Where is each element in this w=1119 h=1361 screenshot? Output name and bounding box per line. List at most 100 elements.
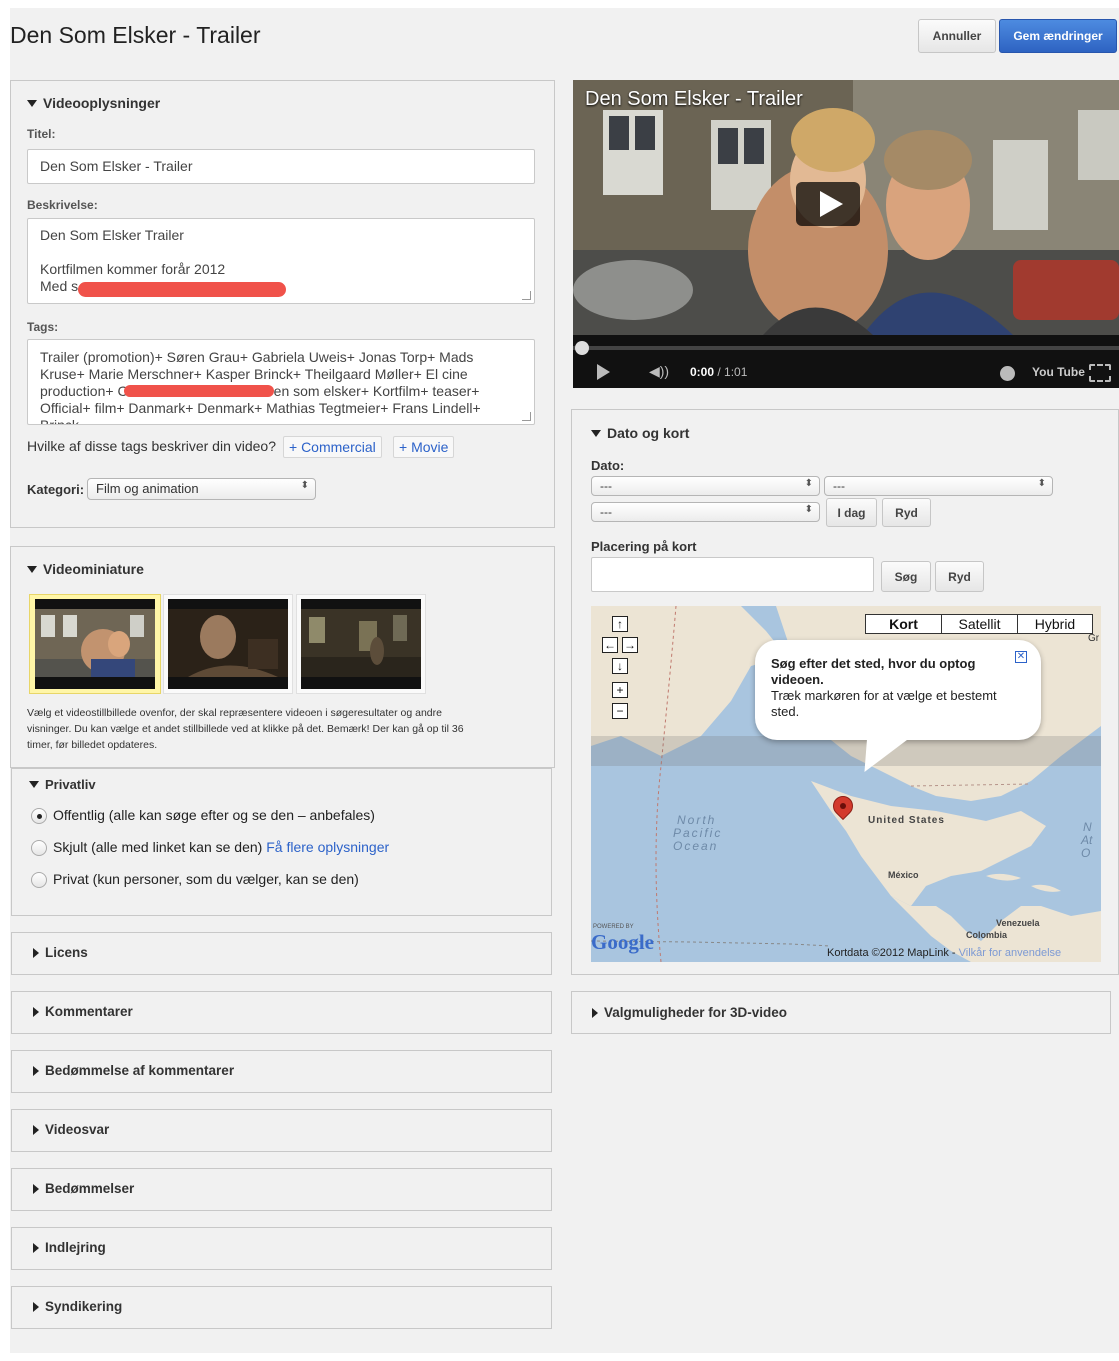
privacy-public-label: Offentlig (alle kan søge efter og se den… [53, 807, 375, 823]
tag-suggestion-movie[interactable]: + Movie [393, 436, 455, 458]
today-button[interactable]: I dag [826, 498, 877, 527]
privacy-private-radio[interactable] [31, 872, 47, 888]
comment-rating-title: Bedømmelse af kommentarer [45, 1063, 235, 1078]
select-arrows-icon: ⬍ [804, 504, 813, 515]
options-3d-header[interactable]: Valgmuligheder for 3D-video [592, 1005, 787, 1020]
privacy-title: Privatliv [45, 777, 96, 792]
collapse-triangle-icon [33, 1301, 39, 1312]
category-label: Kategori: [27, 482, 85, 497]
redaction-mark [124, 385, 274, 397]
date-day-select[interactable]: --- ⬍ [591, 476, 820, 496]
title-value: Den Som Elsker - Trailer [40, 158, 193, 174]
date-map-header[interactable]: Dato og kort [591, 425, 689, 441]
clear-date-button[interactable]: Ryd [882, 498, 931, 527]
close-icon[interactable]: ✕ [1015, 651, 1027, 663]
privacy-unlisted-label: Skjult (alle med linket kan se den) [53, 839, 263, 855]
select-value: --- [600, 505, 612, 519]
ocean-label: N [1083, 820, 1092, 834]
thumbnail-help-line: timer, før billedet opdateres. [27, 739, 158, 751]
embedding-title: Indlejring [45, 1240, 106, 1255]
select-value: --- [600, 479, 612, 493]
ratings-header[interactable]: Bedømmelser [33, 1181, 134, 1196]
tags-line: Official+ film+ Danmark+ Denmark+ Mathia… [40, 400, 481, 416]
video-responses-header[interactable]: Videosvar [33, 1122, 109, 1137]
thumbnail-header[interactable]: Videominiature [27, 561, 144, 577]
pan-right-icon[interactable]: → [622, 637, 638, 653]
volume-icon[interactable]: ◀)) [649, 363, 669, 380]
cancel-button[interactable]: Annuller [918, 19, 996, 53]
expand-triangle-icon [591, 429, 601, 437]
title-input[interactable]: Den Som Elsker - Trailer [27, 149, 535, 184]
save-button[interactable]: Gem ændringer [999, 19, 1117, 53]
comments-header[interactable]: Kommentarer [33, 1004, 133, 1019]
location-clear-button[interactable]: Ryd [935, 561, 984, 592]
country-label-venezuela: Venezuela [996, 918, 1040, 928]
google-logo[interactable]: Google [591, 930, 654, 955]
options-3d-title: Valgmuligheder for 3D-video [604, 1005, 788, 1020]
map-type-hybrid[interactable]: Hybrid [1017, 614, 1093, 634]
location-input[interactable] [591, 557, 874, 592]
select-arrows-icon: ⬍ [300, 480, 309, 491]
select-arrows-icon: ⬍ [804, 478, 813, 489]
syndication-header[interactable]: Syndikering [33, 1299, 122, 1314]
embedding-header[interactable]: Indlejring [33, 1240, 106, 1255]
play-icon[interactable] [597, 364, 610, 380]
collapse-triangle-icon [33, 1006, 39, 1017]
category-select[interactable]: Film og animation ⬍ [87, 478, 316, 500]
location-search-button[interactable]: Søg [881, 561, 931, 592]
date-map-title: Dato og kort [607, 425, 690, 441]
video-player[interactable]: Den Som Elsker - Trailer ◀)) 0:00 / 1:01… [573, 80, 1119, 388]
learn-more-link[interactable]: Få flere oplysninger [266, 839, 389, 855]
terms-link[interactable]: Vilkår for anvendelse [959, 947, 1062, 959]
map-type-satellite[interactable]: Satellit [941, 614, 1018, 634]
map-attribution: Kortdata ©2012 MapLink - [827, 947, 956, 959]
thumbnail-help-line: Vælg et videostillbillede ovenfor, der s… [27, 707, 442, 719]
pan-left-icon[interactable]: ← [602, 637, 618, 653]
thumbnail-3[interactable] [301, 599, 421, 689]
zoom-in-icon[interactable]: + [612, 682, 628, 698]
collapse-triangle-icon [33, 1065, 39, 1076]
video-info-header[interactable]: Videooplysninger [27, 95, 160, 111]
zoom-out-icon[interactable]: − [612, 703, 628, 719]
tags-label: Tags: [27, 320, 59, 334]
tags-line: Kruse+ Marie Merschner+ Kasper Brinck+ T… [40, 366, 468, 382]
privacy-header[interactable]: Privatliv [29, 777, 96, 792]
country-label-us: United States [868, 815, 945, 826]
ratings-title: Bedømmelser [45, 1181, 135, 1196]
resize-handle-icon[interactable] [522, 291, 531, 300]
tags-textarea[interactable]: Trailer (promotion)+ Søren Grau+ Gabriel… [27, 339, 535, 425]
expand-triangle-icon [27, 99, 37, 107]
privacy-private-label: Privat (kun personer, som du vælger, kan… [53, 871, 359, 887]
fullscreen-icon[interactable] [1089, 364, 1111, 382]
collapse-triangle-icon [33, 1242, 39, 1253]
license-header[interactable]: Licens [33, 945, 88, 960]
pan-up-icon[interactable]: ↑ [612, 616, 628, 632]
category-value: Film og animation [96, 481, 199, 496]
privacy-unlisted-radio[interactable] [31, 840, 47, 856]
license-section[interactable] [11, 932, 552, 975]
expand-triangle-icon [29, 781, 39, 788]
thumbnail-2[interactable] [168, 599, 288, 689]
current-time: 0:00 [690, 365, 715, 379]
date-year-select[interactable]: --- ⬍ [591, 502, 820, 522]
resize-handle-icon[interactable] [522, 412, 531, 421]
tags-line: Brinck [40, 417, 79, 425]
date-month-select[interactable]: --- ⬍ [824, 476, 1053, 496]
collapse-triangle-icon [33, 947, 39, 958]
title-label: Titel: [27, 127, 56, 141]
thumbnail-1[interactable] [35, 599, 155, 689]
privacy-public-radio[interactable] [31, 808, 47, 824]
tag-suggestion-commercial[interactable]: + Commercial [283, 436, 382, 458]
description-label: Beskrivelse: [27, 198, 98, 212]
date-label: Dato: [591, 458, 625, 473]
page-title: Den Som Elsker - Trailer [10, 22, 261, 48]
location-label: Placering på kort [591, 539, 697, 554]
location-map[interactable]: ↑ ← → ↓ + − Kort Satellit Hybrid Gr ✕ Sø… [591, 606, 1101, 962]
watch-later-icon[interactable] [1000, 366, 1015, 381]
youtube-logo[interactable]: You Tube [1032, 365, 1085, 379]
ocean-label: Ocean [673, 839, 719, 853]
map-type-map[interactable]: Kort [865, 614, 942, 634]
comment-rating-header[interactable]: Bedømmelse af kommentarer [33, 1063, 234, 1078]
pan-down-icon[interactable]: ↓ [612, 658, 628, 674]
tag-question: Hvilke af disse tags beskriver din video… [27, 438, 277, 454]
